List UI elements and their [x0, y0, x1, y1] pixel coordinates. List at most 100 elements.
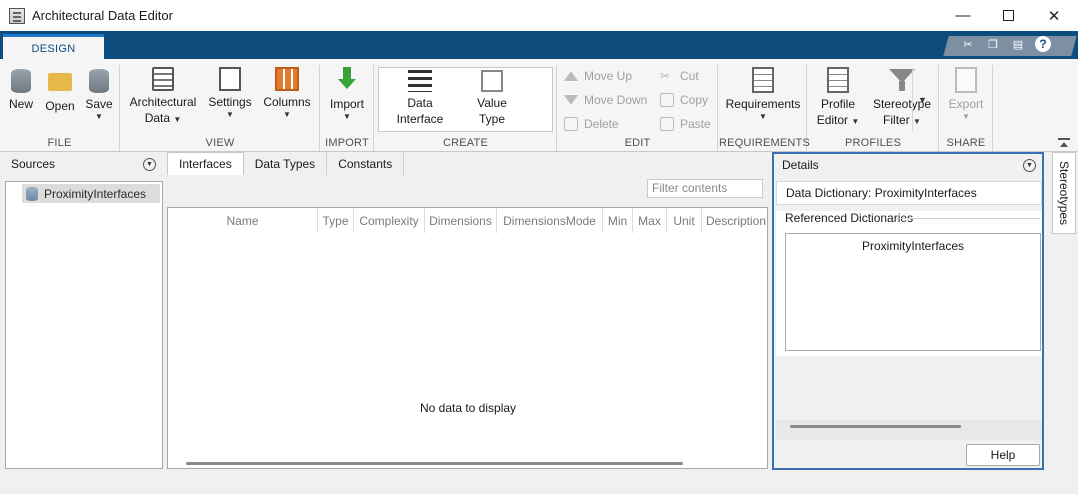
copy-icon	[660, 93, 674, 107]
panel-menu-icon[interactable]: ▼	[143, 157, 156, 171]
chevron-down-icon: ▼	[962, 112, 970, 121]
paste-icon[interactable]: ▤	[1010, 36, 1026, 52]
value-type-icon	[481, 70, 503, 92]
save-button[interactable]: Save ▼	[84, 67, 114, 122]
columns-label: Columns	[263, 95, 311, 109]
cut-label: Cut	[680, 69, 699, 83]
architectural-label-line2: Data ▼	[145, 110, 182, 126]
column-header-name[interactable]: ⌃ Name	[168, 208, 318, 233]
new-database-icon	[11, 69, 31, 93]
requirements-button[interactable]: Requirements ▼	[723, 67, 803, 122]
profile-editor-icon	[827, 67, 849, 93]
paste-button[interactable]: Paste	[660, 115, 711, 133]
column-header-dimensionsmode[interactable]: DimensionsMode	[497, 208, 603, 233]
maximize-button[interactable]	[985, 0, 1031, 31]
new-label: New	[8, 97, 33, 111]
section-label-profiles: PROFILES	[844, 137, 901, 149]
details-horizontal-scrollbar[interactable]	[790, 425, 961, 428]
table-header: ⌃ Name Type Complexity Dimensions Dimens…	[168, 208, 767, 233]
section-label-edit: EDIT	[624, 137, 651, 149]
close-button[interactable]: ✕	[1031, 0, 1077, 31]
paste-icon	[660, 117, 674, 131]
tab-data-types[interactable]: Data Types	[244, 152, 328, 175]
open-button[interactable]: Open	[43, 67, 77, 114]
panel-menu-icon[interactable]: ▼	[1023, 158, 1036, 172]
copy-button[interactable]: Copy	[660, 91, 708, 109]
center-panel: Interfaces Data Types Constants Filter c…	[167, 152, 770, 469]
source-item-proximityinterfaces[interactable]: ProximityInterfaces	[22, 184, 160, 203]
horizontal-scrollbar[interactable]	[186, 462, 683, 465]
help-icon[interactable]: ?	[1035, 36, 1051, 52]
data-interface-icon	[408, 70, 432, 92]
column-label: Name	[226, 213, 259, 228]
copy-icon[interactable]: ❐	[985, 36, 1001, 52]
column-header-dimensions[interactable]: Dimensions	[425, 208, 497, 233]
details-panel: Details ▼ Data Dictionary: ProximityInte…	[772, 152, 1044, 470]
help-button[interactable]: Help	[966, 444, 1040, 466]
create-gallery: Data Interface Value Type ▼	[378, 67, 927, 132]
move-down-button[interactable]: Move Down	[564, 91, 647, 109]
details-header: Details ▼	[774, 154, 1042, 176]
profile-editor-button[interactable]: Profile Editor ▼	[814, 67, 862, 128]
data-interface-line2: Interface	[396, 112, 444, 126]
move-up-button[interactable]: Move Up	[564, 67, 632, 85]
open-folder-icon	[48, 73, 72, 91]
data-interface-button[interactable]: Data Interface	[393, 70, 447, 127]
referenced-dictionaries-list: ProximityInterfaces	[785, 233, 1041, 351]
column-header-type[interactable]: Type	[318, 208, 354, 233]
chevron-down-icon: ▼	[283, 110, 291, 119]
settings-button[interactable]: Settings ▼	[205, 67, 255, 120]
paste-label: Paste	[680, 117, 711, 131]
import-button[interactable]: Import ▼	[327, 67, 367, 122]
section-import: Import ▼ IMPORT	[321, 65, 374, 151]
settings-icon	[219, 67, 241, 91]
chevron-down-icon: ▼	[95, 112, 103, 121]
chevron-down-icon: ▼	[343, 112, 351, 121]
side-tab-stereotypes[interactable]: Stereotypes	[1052, 152, 1076, 234]
architectural-data-button[interactable]: Architectural Data ▼	[127, 67, 199, 126]
profile-label-editor: Editor	[816, 113, 849, 127]
column-header-unit[interactable]: Unit	[667, 208, 702, 233]
side-tab-label: Stereotypes	[1057, 160, 1071, 226]
window-title: Architectural Data Editor	[32, 8, 173, 23]
new-button[interactable]: New	[6, 67, 36, 112]
referenced-dictionaries-label: Referenced Dictionaries	[785, 211, 914, 225]
details-title: Details	[782, 158, 819, 172]
cut-icon[interactable]: ✂	[960, 36, 976, 52]
cut-button[interactable]: ✂ Cut	[660, 67, 699, 85]
cut-icon: ✂	[660, 69, 671, 83]
delete-button[interactable]: Delete	[564, 115, 619, 133]
requirements-label: Requirements	[725, 97, 801, 111]
tab-interfaces[interactable]: Interfaces	[167, 152, 244, 175]
move-down-icon	[564, 95, 578, 105]
columns-icon	[275, 67, 299, 91]
save-database-icon	[89, 69, 109, 93]
column-header-max[interactable]: Max	[633, 208, 667, 233]
tab-constants[interactable]: Constants	[327, 152, 405, 175]
title-bar: Architectural Data Editor — ✕	[0, 0, 1078, 31]
open-label: Open	[45, 99, 75, 113]
value-type-line2: Type	[478, 112, 505, 126]
section-label-requirements: REQUIREMENTS	[719, 137, 811, 149]
section-requirements: Requirements ▼ REQUIREMENTS	[719, 65, 811, 151]
expand-panel-icon[interactable]	[1058, 138, 1070, 147]
column-header-complexity[interactable]: Complexity	[354, 208, 425, 233]
details-blank-area	[776, 357, 1042, 418]
minimize-button[interactable]: —	[940, 0, 986, 31]
columns-button[interactable]: Columns ▼	[261, 67, 313, 120]
export-button[interactable]: Export ▼	[946, 67, 986, 122]
filter-input[interactable]: Filter contents	[647, 179, 763, 198]
column-header-description[interactable]: Description	[702, 208, 767, 233]
sources-header: Sources ▼	[3, 152, 162, 176]
column-header-min[interactable]: Min	[603, 208, 633, 233]
list-item[interactable]: ProximityInterfaces	[786, 239, 1040, 253]
section-view: Architectural Data ▼ Settings ▼ Columns …	[121, 65, 320, 151]
gallery-expand-button[interactable]: ▼	[912, 68, 932, 131]
copy-label: Copy	[680, 93, 709, 107]
value-type-button[interactable]: Value Type	[467, 70, 517, 127]
section-file: New Open Save ▼ FILE	[0, 65, 120, 151]
group-divider	[896, 218, 1040, 219]
data-interface-line1: Data	[407, 96, 433, 110]
sort-ascending-icon: ⌃	[240, 207, 248, 214]
tab-design[interactable]: DESIGN	[3, 34, 104, 60]
